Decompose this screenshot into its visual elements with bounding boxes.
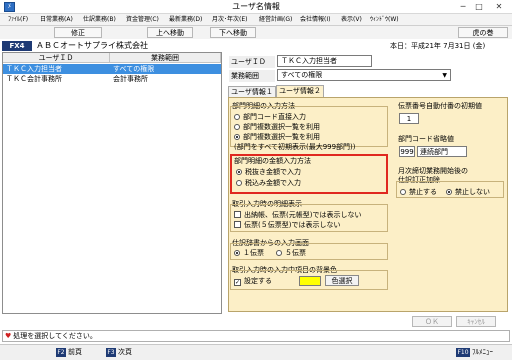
tab-user-info-2[interactable]: ユーザ情報２ (276, 85, 324, 97)
list-item-scope: すべての権限 (113, 65, 155, 73)
fx4-badge: FX4 (2, 41, 32, 51)
list-item-user-id: ＴＫＣ会計事務所 (6, 75, 62, 83)
color-select-button[interactable]: 色選択 (325, 275, 359, 286)
f2-key-icon: F2 (56, 348, 66, 357)
option-label: １伝票 (243, 249, 264, 257)
heart-icon: ♥ (5, 332, 12, 340)
radio-checked-icon (446, 189, 452, 195)
list-item-user-id: ＴＫＣ入力担当者 (6, 65, 62, 73)
radio-not-prohibit[interactable]: 禁止しない (446, 187, 490, 197)
menu-funds[interactable]: 資金管理(C) (126, 14, 159, 26)
menu-view[interactable]: 表示(V) (341, 14, 362, 26)
option-label: 部門コード直接入力 (243, 113, 306, 121)
highlight-box (230, 154, 388, 194)
option-label: 部門複数選択一覧を利用 (243, 123, 320, 131)
option-label: 出納帳、伝票(元帳型)では表示しない (244, 211, 362, 219)
move-down-button[interactable]: 下へ移動 (210, 27, 256, 38)
option-label: 伝票(５伝票型)では表示しない (244, 221, 341, 229)
slip-number-title: 伝票番号自動付番の初期値 (398, 102, 482, 110)
checkmark-icon: ✓ (234, 279, 241, 286)
menu-file[interactable]: ﾌｧｲﾙ(F) (8, 14, 28, 26)
close-button[interactable]: ✕ (492, 1, 506, 13)
checkbox-hide-cashbook[interactable]: 出納帳、伝票(元帳型)では表示しない (234, 210, 361, 220)
scope-label: 業務範囲 (229, 70, 275, 82)
scope-select-value: すべての権限 (281, 71, 323, 79)
title-bar: ﾒ ユーザ名情報 ─ □ ✕ (0, 0, 512, 14)
menu-journal[interactable]: 仕訳業務(B) (83, 14, 116, 26)
menu-latest[interactable]: 最新業務(D) (169, 14, 202, 26)
checkbox-set-bgcolor[interactable]: ✓ 設定する (234, 276, 272, 286)
option-label: 禁止しない (455, 188, 490, 196)
fix-button[interactable]: 修正 (54, 27, 102, 38)
list-item[interactable]: ＴＫＣ会計事務所 会計事務所 (3, 74, 221, 84)
radio-dept-multi[interactable]: 部門複数選択一覧を利用 (234, 122, 320, 132)
fkey-label: 次頁 (118, 348, 132, 356)
menu-plan[interactable]: 経営計画(G) (259, 14, 292, 26)
radio-1slip[interactable]: １伝票 (234, 248, 264, 258)
f10-key-icon: F10 (456, 348, 470, 357)
checkbox-icon (234, 211, 241, 218)
company-name: ＡＢＣオートサプライ株式会社 (36, 41, 148, 50)
menu-company[interactable]: 会社情報(I) (300, 14, 330, 26)
f10-full-menu-button[interactable]: F10 ﾌﾙﾒﾆｭｰ (456, 347, 493, 358)
maximize-button[interactable]: □ (472, 1, 486, 13)
cancel-button[interactable]: ｷｬﾝｾﾙ (456, 316, 496, 327)
radio-icon (276, 250, 282, 256)
today-date: 本日：平成21年 7月31日 (金) (390, 42, 486, 50)
fkey-label: 前頁 (68, 348, 82, 356)
menu-window[interactable]: ｳｨﾝﾄﾞｳ(W) (370, 14, 399, 26)
scope-select[interactable]: すべての権限 ▼ (277, 69, 451, 81)
list-item[interactable]: ＴＫＣ入力担当者 すべての権限 (3, 64, 221, 74)
fkey-label: ﾌﾙﾒﾆｭｰ (472, 348, 493, 356)
user-id-field[interactable]: ＴＫＣ入力担当者 (277, 55, 372, 67)
list-item-scope: 会計事務所 (113, 75, 148, 83)
checkbox-hide-5slip[interactable]: 伝票(５伝票型)では表示しない (234, 220, 340, 230)
radio-5slip[interactable]: ５伝票 (276, 248, 306, 258)
move-up-button[interactable]: 上へ移動 (147, 27, 193, 38)
radio-icon (400, 189, 406, 195)
dept-abbr-title: 部門コード省略値 (398, 135, 454, 143)
checkbox-icon (234, 221, 241, 228)
option-label: ５伝票 (285, 249, 306, 257)
radio-icon (234, 114, 240, 120)
option-label: 禁止する (409, 188, 437, 196)
radio-checked-icon (234, 134, 240, 140)
window-title: ユーザ名情報 (232, 2, 280, 11)
column-header-scope[interactable]: 業務範囲 (110, 53, 221, 63)
minimize-button[interactable]: ─ (456, 1, 470, 13)
column-header-user-id[interactable]: ユーザＩＤ (3, 53, 110, 63)
f3-next-page-button[interactable]: F3 次頁 (106, 347, 132, 358)
status-bar: ♥ 処理を選択してください。 (2, 330, 510, 342)
tora-button[interactable]: 虎の巻 (458, 27, 508, 38)
slip-number-field[interactable]: 1 (399, 113, 419, 124)
status-text: 処理を選択してください。 (13, 332, 97, 340)
f3-key-icon: F3 (106, 348, 116, 357)
option-label: 設定する (244, 277, 272, 285)
toolbar: 修正 上へ移動 下へ移動 虎の巻 (0, 26, 512, 39)
menu-daily[interactable]: 日常業務(A) (40, 14, 73, 26)
radio-checked-icon (234, 250, 240, 256)
radio-prohibit[interactable]: 禁止する (400, 187, 437, 197)
function-key-bar: F2 前頁 F3 次頁 F10 ﾌﾙﾒﾆｭｰ (0, 344, 512, 360)
color-swatch (299, 276, 321, 286)
tab-user-info-1[interactable]: ユーザ情報１ (228, 86, 276, 97)
dept-abbr-name-field[interactable]: 連続部門 (417, 146, 467, 157)
menu-bar: ﾌｧｲﾙ(F) 日常業務(A) 仕訳業務(B) 資金管理(C) 最新業務(D) … (0, 14, 512, 26)
dept-input-note: (部門をすべて初期表示(最大999部門)) (234, 143, 356, 151)
user-list[interactable]: ユーザＩＤ 業務範囲 ＴＫＣ入力担当者 すべての権限 ＴＫＣ会計事務所 会計事務… (2, 52, 222, 314)
radio-icon (234, 124, 240, 130)
chevron-down-icon: ▼ (442, 72, 447, 79)
ok-button[interactable]: ＯＫ (412, 316, 452, 327)
user-id-label: ユーザＩＤ (229, 56, 275, 68)
radio-dept-direct[interactable]: 部門コード直接入力 (234, 112, 306, 122)
option-label: 部門複数選択一覧を利用 (243, 133, 320, 141)
radio-dept-multi-all[interactable]: 部門複数選択一覧を利用 (234, 132, 320, 142)
menu-monthly[interactable]: 月次･年次(E) (212, 14, 247, 26)
dept-abbr-code-field[interactable]: 999 (399, 146, 415, 157)
f2-prev-page-button[interactable]: F2 前頁 (56, 347, 82, 358)
